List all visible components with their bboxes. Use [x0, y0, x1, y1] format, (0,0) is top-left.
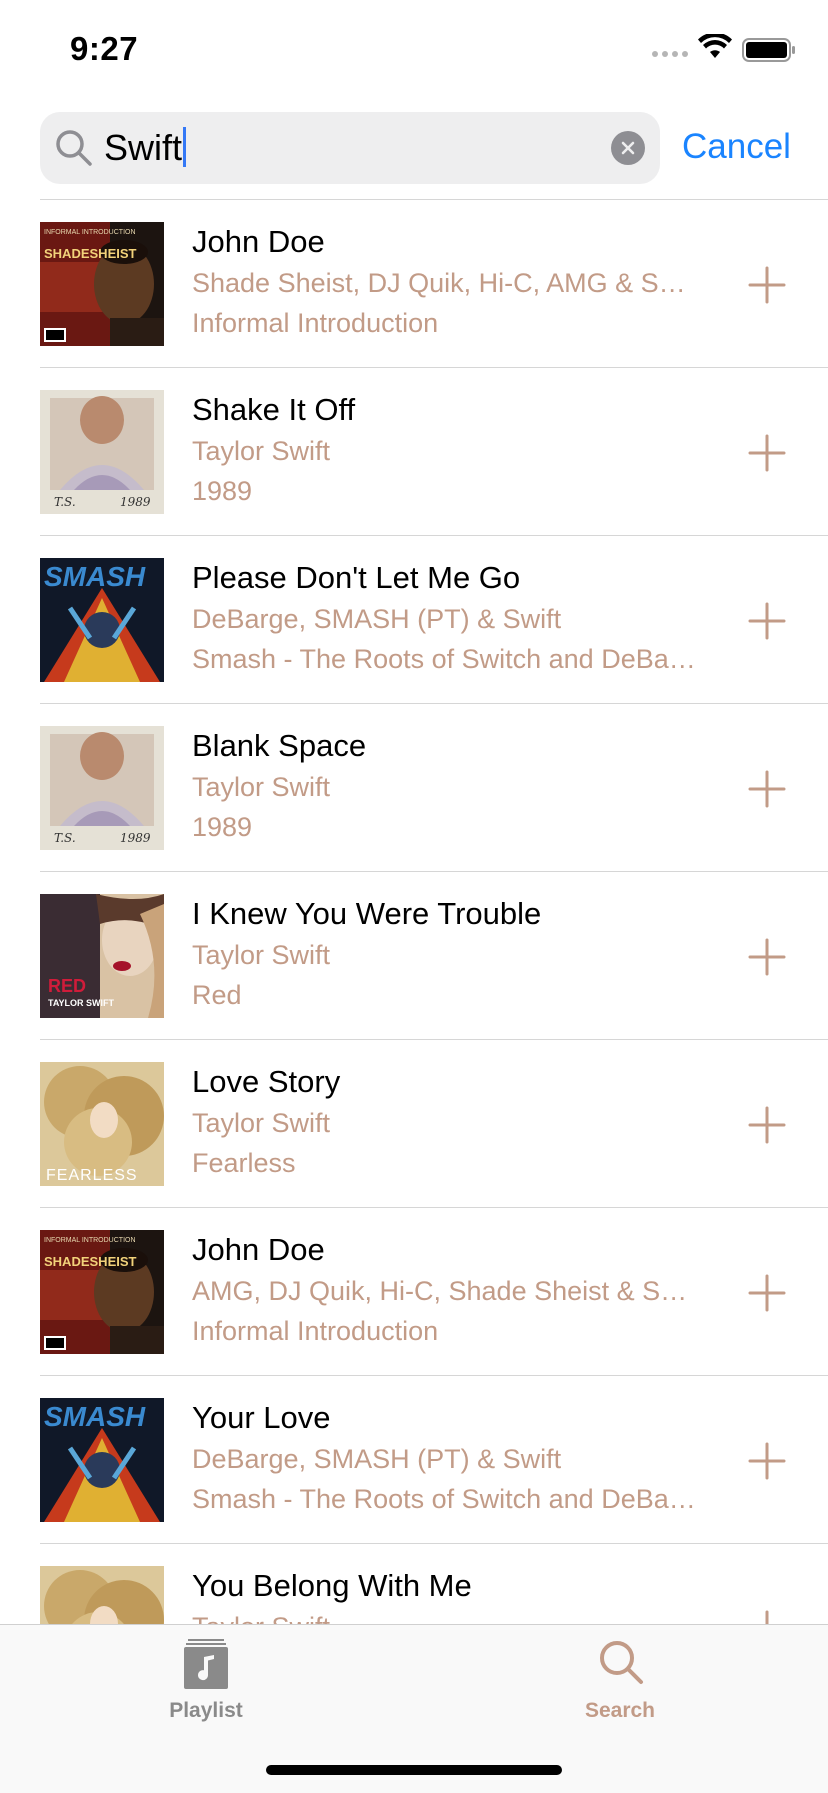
cancel-button[interactable]: Cancel — [682, 124, 791, 170]
tab-playlist[interactable]: Playlist — [106, 1625, 306, 1745]
svg-text:FEARLESS: FEARLESS — [46, 1167, 138, 1184]
svg-text:T.S.: T.S. — [54, 495, 76, 509]
song-row[interactable]: FEARLESS You Belong With Me Taylor Swift… — [0, 1544, 828, 1624]
song-title: John Doe — [192, 224, 325, 259]
battery-icon — [742, 38, 795, 62]
svg-text:INFORMAL INTRODUCTION: INFORMAL INTRODUCTION — [44, 229, 136, 236]
song-row[interactable]: FEARLESS Love Story Taylor Swift Fearles… — [0, 1040, 828, 1208]
song-artist: Taylor Swift — [192, 1108, 331, 1138]
song-album: 1989 — [192, 476, 253, 506]
song-row[interactable]: T.S. 1989 Shake It Off Taylor Swift 1989 — [0, 368, 828, 536]
album-art: T.S. 1989 — [40, 390, 164, 514]
tab-label: Playlist — [169, 1699, 243, 1722]
album-art: RED TAYLOR SWIFT — [40, 894, 164, 1018]
song-title: Love Story — [192, 1064, 341, 1099]
close-icon — [621, 141, 635, 155]
tab-search[interactable]: Search — [520, 1625, 720, 1745]
song-row[interactable]: RED TAYLOR SWIFT I Knew You Were Trouble … — [0, 872, 828, 1040]
song-artist: DeBarge, SMASH (PT) & Swift — [192, 604, 562, 634]
svg-text:1989: 1989 — [120, 495, 151, 509]
search-query: Swift — [104, 127, 183, 168]
search-icon — [600, 1641, 643, 1684]
add-to-playlist-button[interactable] — [748, 602, 786, 640]
add-to-playlist-button[interactable] — [748, 434, 786, 472]
svg-text:SMASH: SMASH — [44, 1401, 146, 1432]
add-to-playlist-button[interactable] — [748, 266, 786, 304]
song-album: Red — [192, 980, 242, 1010]
svg-text:RED: RED — [48, 976, 86, 996]
song-title: Blank Space — [192, 728, 367, 763]
song-album: Informal Introduction — [192, 308, 439, 338]
svg-text:SHADESHEIST: SHADESHEIST — [44, 1254, 137, 1269]
song-artist: Taylor Swift — [192, 772, 331, 802]
search-results-list[interactable]: INFORMAL INTRODUCTION SHADESHEIST John Do… — [0, 200, 828, 1624]
song-artist: DeBarge, SMASH (PT) & Swift — [192, 1444, 562, 1474]
song-row[interactable]: INFORMAL INTRODUCTION SHADESHEIST John Do… — [0, 200, 828, 368]
song-row[interactable]: T.S. 1989 Blank Space Taylor Swift 1989 — [0, 704, 828, 872]
svg-text:T.S.: T.S. — [54, 831, 76, 845]
album-art: INFORMAL INTRODUCTION SHADESHEIST — [40, 222, 164, 346]
song-artist: AMG, DJ Quik, Hi-C, Shade Sheist & S… — [192, 1276, 688, 1306]
search-field[interactable]: Swift — [40, 112, 660, 184]
clear-search-button[interactable] — [611, 131, 645, 165]
svg-text:SHADESHEIST: SHADESHEIST — [44, 246, 137, 261]
add-to-playlist-button[interactable] — [748, 770, 786, 808]
svg-text:INFORMAL INTRODUCTION: INFORMAL INTRODUCTION — [44, 1237, 136, 1244]
song-title: John Doe — [192, 1232, 325, 1267]
song-album: Smash - The Roots of Switch and DeBa… — [192, 1484, 696, 1514]
add-to-playlist-button[interactable] — [748, 938, 786, 976]
status-bar: 9:27 — [0, 0, 828, 100]
song-album: 1989 — [192, 812, 253, 842]
song-title: Your Love — [192, 1400, 331, 1435]
search-icon — [56, 130, 92, 166]
song-artist: Taylor Swift — [192, 1612, 712, 1624]
album-art: T.S. 1989 — [40, 726, 164, 850]
song-title: You Belong With Me — [192, 1568, 472, 1603]
add-to-playlist-button[interactable] — [748, 1106, 786, 1144]
song-title: I Knew You Were Trouble — [192, 896, 542, 931]
album-art: FEARLESS — [40, 1566, 164, 1624]
status-time: 9:27 — [70, 30, 139, 67]
song-artist: Shade Sheist, DJ Quik, Hi-C, AMG & S… — [192, 268, 686, 298]
cellular-signal-icon — [652, 51, 688, 57]
album-art: FEARLESS — [40, 1062, 164, 1186]
search-input[interactable]: Swift — [104, 126, 187, 170]
song-album: Fearless — [192, 1148, 296, 1178]
svg-text:TAYLOR SWIFT: TAYLOR SWIFT — [48, 998, 114, 1008]
song-title: Please Don't Let Me Go — [192, 560, 521, 595]
add-to-playlist-button[interactable] — [748, 1442, 786, 1480]
home-indicator — [266, 1765, 562, 1775]
music-note-icon — [184, 1639, 228, 1689]
album-art: SMASH — [40, 558, 164, 682]
song-album: Smash - The Roots of Switch and DeBa… — [192, 644, 696, 674]
wifi-icon — [698, 34, 732, 58]
svg-text:SMASH: SMASH — [44, 561, 146, 592]
album-art: INFORMAL INTRODUCTION SHADESHEIST — [40, 1230, 164, 1354]
text-caret — [183, 127, 187, 168]
add-to-playlist-button[interactable] — [748, 1274, 786, 1312]
svg-text:1989: 1989 — [120, 831, 151, 845]
song-title: Shake It Off — [192, 392, 356, 427]
song-album: Informal Introduction — [192, 1316, 439, 1346]
add-to-playlist-button[interactable] — [748, 1610, 786, 1624]
song-row[interactable]: INFORMAL INTRODUCTION SHADESHEIST John Do… — [0, 1208, 828, 1376]
song-row[interactable]: SMASH Your Love DeBarge, SMASH (PT) & Sw… — [0, 1376, 828, 1544]
song-artist: Taylor Swift — [192, 436, 331, 466]
tab-label: Search — [584, 1699, 656, 1722]
song-artist: Taylor Swift — [192, 940, 331, 970]
song-row[interactable]: SMASH Please Don't Let Me Go DeBarge, SM… — [0, 536, 828, 704]
album-art: SMASH — [40, 1398, 164, 1522]
